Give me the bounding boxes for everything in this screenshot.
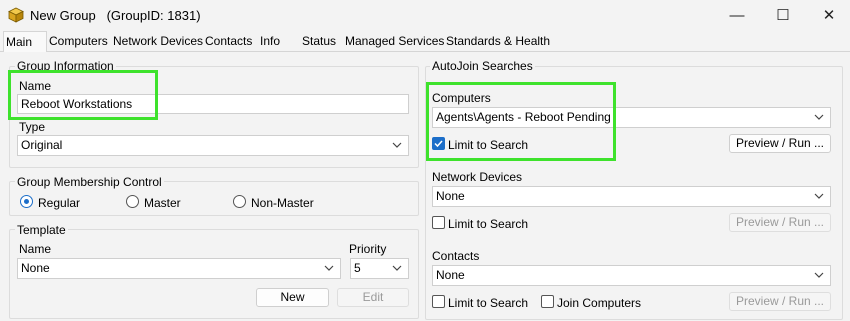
chevron-down-icon — [814, 193, 824, 199]
network-devices-preview-button[interactable]: Preview / Run ... — [729, 213, 831, 232]
computers-preview-button[interactable]: Preview / Run ... — [729, 134, 831, 153]
tab-contacts[interactable]: Contacts — [203, 33, 254, 50]
template-name-value: None — [21, 261, 50, 275]
radio-master[interactable] — [126, 195, 139, 208]
contacts-limit-checkbox[interactable] — [432, 295, 445, 308]
priority-value: 5 — [354, 261, 361, 275]
title-bar: New Group (GroupID: 1831) — ☐ ✕ — [0, 0, 850, 30]
tab-strip: Main Computers Network Devices Contacts … — [0, 31, 850, 52]
highlight-name-box — [8, 70, 158, 120]
network-devices-search-label: Network Devices — [432, 170, 523, 184]
join-computers-label[interactable]: Join Computers — [557, 296, 641, 310]
template-name-label: Name — [19, 242, 52, 256]
tab-computers[interactable]: Computers — [47, 33, 110, 50]
chevron-down-icon — [814, 114, 824, 120]
priority-label: Priority — [349, 242, 387, 256]
join-computers-checkbox[interactable] — [541, 295, 554, 308]
contacts-search-select[interactable]: None — [432, 265, 831, 286]
network-devices-search-select[interactable]: None — [432, 186, 831, 207]
window-title: New Group (GroupID: 1831) — [30, 8, 201, 23]
tab-info[interactable]: Info — [258, 33, 282, 50]
contacts-search-value: None — [436, 268, 465, 282]
chevron-down-icon — [392, 265, 402, 271]
chevron-down-icon — [814, 272, 824, 278]
tab-network-devices[interactable]: Network Devices — [111, 33, 205, 50]
autojoin-legend: AutoJoin Searches — [430, 59, 535, 73]
maximize-button[interactable]: ☐ — [760, 0, 806, 30]
highlight-computers-box — [426, 82, 616, 161]
template-legend: Template — [15, 223, 68, 237]
radio-non-master-label[interactable]: Non-Master — [251, 196, 314, 210]
tab-main[interactable]: Main — [3, 31, 47, 52]
radio-regular-label[interactable]: Regular — [38, 196, 80, 210]
network-devices-limit-checkbox[interactable] — [432, 216, 445, 229]
type-select[interactable]: Original — [17, 135, 409, 156]
type-label: Type — [19, 120, 46, 134]
chevron-down-icon — [324, 265, 334, 271]
new-button[interactable]: New — [256, 288, 329, 307]
type-select-value: Original — [21, 138, 63, 152]
app-cube-icon — [8, 7, 24, 23]
radio-regular[interactable] — [20, 195, 33, 208]
contacts-limit-label[interactable]: Limit to Search — [448, 296, 528, 310]
edit-button[interactable]: Edit — [337, 288, 409, 307]
contacts-preview-button[interactable]: Preview / Run ... — [729, 292, 831, 311]
tab-status[interactable]: Status — [300, 33, 338, 50]
network-devices-search-value: None — [436, 189, 465, 203]
membership-legend: Group Membership Control — [15, 175, 164, 189]
contacts-search-label: Contacts — [432, 249, 480, 263]
tab-standards-health[interactable]: Standards & Health — [444, 33, 552, 50]
priority-select[interactable]: 5 — [350, 258, 409, 279]
template-name-select[interactable]: None — [17, 258, 341, 279]
close-button[interactable]: ✕ — [806, 0, 850, 30]
radio-master-label[interactable]: Master — [144, 196, 181, 210]
radio-non-master[interactable] — [233, 195, 246, 208]
chevron-down-icon — [392, 142, 402, 148]
network-devices-limit-label[interactable]: Limit to Search — [448, 217, 528, 231]
tab-managed-services[interactable]: Managed Services — [343, 33, 446, 50]
minimize-button[interactable]: — — [714, 0, 760, 30]
